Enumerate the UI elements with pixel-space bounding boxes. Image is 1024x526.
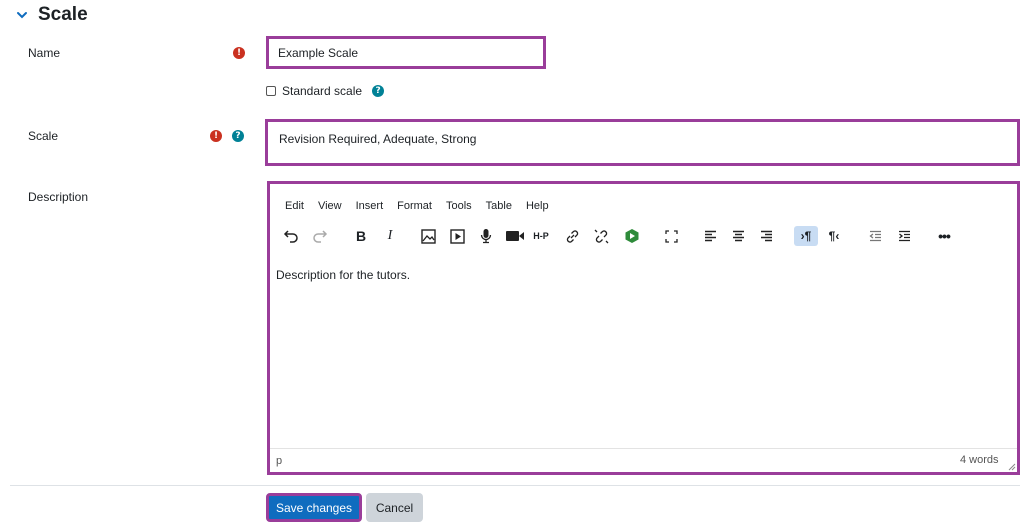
scale-textarea[interactable]: Revision Required, Adequate, Strong (265, 119, 1020, 166)
align-right-icon[interactable] (757, 226, 775, 246)
menu-tools[interactable]: Tools (446, 200, 472, 212)
image-icon[interactable] (419, 226, 437, 246)
description-label: Description (28, 190, 89, 204)
menu-format[interactable]: Format (397, 200, 432, 212)
media-icon[interactable] (448, 226, 466, 246)
standard-scale-row: Standard scale ? (266, 84, 385, 98)
menu-table[interactable]: Table (486, 200, 512, 212)
scale-label: Scale (28, 129, 59, 143)
menu-view[interactable]: View (318, 200, 342, 212)
undo-icon[interactable] (282, 226, 300, 246)
more-icon[interactable]: ••• (934, 226, 954, 246)
required-icon: ! (210, 130, 222, 142)
italic-icon[interactable]: I (381, 226, 399, 246)
name-label: Name (28, 46, 61, 60)
microphone-icon[interactable] (477, 226, 495, 246)
link-icon[interactable] (563, 226, 581, 246)
bold-icon[interactable]: B (352, 226, 370, 246)
standard-scale-label[interactable]: Standard scale (282, 84, 362, 98)
video-icon[interactable] (504, 226, 526, 246)
cancel-button-label: Cancel (375, 500, 414, 515)
cancel-button[interactable]: Cancel (366, 493, 423, 522)
save-button-label: Save changes (275, 500, 353, 515)
word-count[interactable]: 4 words (960, 454, 999, 466)
resize-handle-icon[interactable] (1008, 458, 1016, 476)
section-title: Scale (38, 4, 88, 25)
indent-icon[interactable] (895, 226, 913, 246)
name-input-value: Example Scale (278, 45, 359, 60)
outdent-icon[interactable] (866, 226, 884, 246)
editor-menubar: Edit View Insert Format Tools Table Help (285, 196, 563, 214)
h5p-icon[interactable]: H-P (530, 226, 552, 246)
unlink-icon[interactable] (592, 226, 610, 246)
help-icon[interactable]: ? (232, 130, 244, 142)
required-icon: ! (233, 47, 245, 59)
statusbar-path[interactable]: p (276, 455, 282, 467)
scale-textarea-value: Revision Required, Adequate, Strong (279, 132, 477, 146)
help-icon[interactable]: ? (372, 85, 385, 97)
fullscreen-icon[interactable] (662, 226, 680, 246)
rtl-icon[interactable]: ¶‹ (824, 226, 844, 246)
menu-help[interactable]: Help (526, 200, 549, 212)
align-left-icon[interactable] (701, 226, 719, 246)
save-button[interactable]: Save changes (266, 493, 362, 522)
editor-statusbar (270, 448, 1017, 472)
standard-scale-checkbox[interactable] (266, 86, 276, 96)
chevron-down-icon[interactable] (14, 7, 30, 23)
editor-content[interactable]: Description for the tutors. (276, 268, 410, 282)
align-center-icon[interactable] (729, 226, 747, 246)
panopto-icon[interactable] (623, 226, 641, 246)
divider (10, 485, 1020, 486)
menu-edit[interactable]: Edit (285, 200, 304, 212)
section-header[interactable]: Scale (14, 4, 88, 26)
menu-insert[interactable]: Insert (356, 200, 384, 212)
ltr-icon[interactable]: ›¶ (794, 226, 818, 246)
name-input[interactable]: Example Scale (266, 36, 546, 69)
redo-icon[interactable] (311, 226, 329, 246)
